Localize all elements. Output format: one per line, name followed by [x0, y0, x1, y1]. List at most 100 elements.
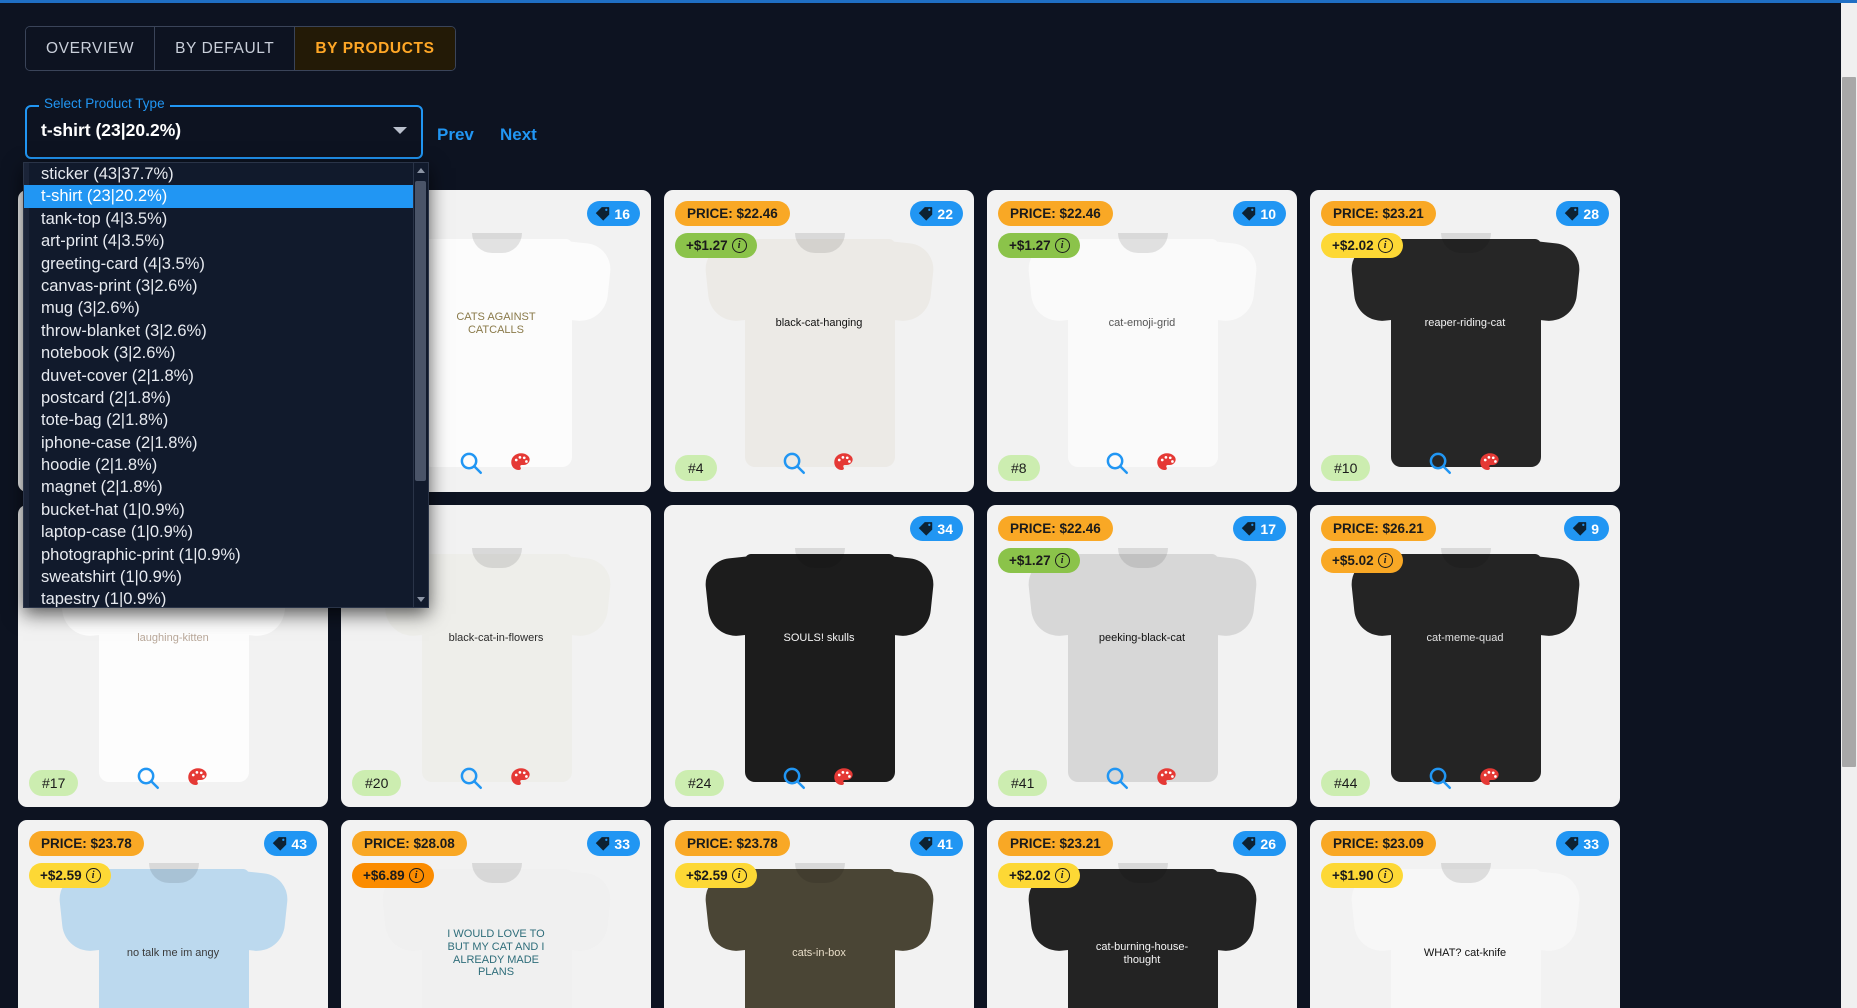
dropdown-option[interactable]: greeting-card (4|3.5%) [39, 253, 413, 275]
palette-icon[interactable] [1154, 765, 1180, 791]
price-tag-icon [1571, 520, 1588, 537]
prev-page-link[interactable]: Prev [437, 125, 474, 145]
dropdown-option[interactable]: sweatshirt (1|0.9%) [39, 566, 413, 588]
palette-icon[interactable] [831, 450, 857, 476]
product-card[interactable]: reaper-riding-cat PRICE: $23.21 +$2.02 i 28 #… [1310, 190, 1620, 492]
dropdown-option[interactable]: magnet (2|1.8%) [39, 476, 413, 498]
product-card[interactable]: SOULS! skulls 34 #24 [664, 505, 974, 807]
dropdown-option[interactable]: tapestry (1|0.9%) [39, 588, 413, 607]
price-tag-icon [1240, 205, 1257, 222]
next-page-link[interactable]: Next [500, 125, 537, 145]
info-icon[interactable]: i [85, 868, 101, 883]
dropdown-option[interactable]: t-shirt (23|20.2%) [24, 185, 413, 208]
product-type-dropdown-list[interactable]: sticker (43|37.7%) t-shirt (23|20.2%) tank… [23, 162, 429, 608]
dropdown-option[interactable]: photographic-print (1|0.9%) [39, 544, 413, 566]
magnifier-icon[interactable] [1427, 450, 1453, 476]
info-icon[interactable]: i [1377, 553, 1393, 568]
palette-icon[interactable] [1154, 450, 1180, 476]
dropdown-option[interactable]: canvas-print (3|2.6%) [39, 275, 413, 297]
magnifier-icon[interactable] [1104, 765, 1130, 791]
dropdown-option[interactable]: tote-bag (2|1.8%) [39, 409, 413, 431]
price-delta-badge[interactable]: +$6.89 i [352, 863, 434, 888]
magnifier-icon[interactable] [458, 765, 484, 791]
price-tag-icon [1240, 835, 1257, 852]
scroll-down-icon[interactable] [413, 592, 428, 607]
product-card[interactable]: peeking-black-cat PRICE: $22.46 +$1.27 i 17 #… [987, 505, 1297, 807]
price-delta-badge[interactable]: +$1.27 i [998, 233, 1080, 258]
dropdown-option[interactable]: art-print (4|3.5%) [39, 230, 413, 252]
tab-overview[interactable]: OVERVIEW [26, 27, 156, 70]
dropdown-scrollbar[interactable] [413, 163, 428, 607]
palette-icon[interactable] [831, 765, 857, 791]
magnifier-icon[interactable] [781, 765, 807, 791]
info-icon[interactable]: i [1377, 238, 1393, 253]
tab-by-products[interactable]: BY PRODUCTS [295, 27, 455, 70]
magnifier-icon[interactable] [135, 765, 161, 791]
price-tag-icon [917, 835, 934, 852]
dropdown-option[interactable]: throw-blanket (3|2.6%) [39, 320, 413, 342]
price-delta-badge[interactable]: +$1.27 i [675, 233, 757, 258]
card-actions [781, 450, 857, 476]
info-icon[interactable]: i [731, 238, 747, 253]
dropdown-option[interactable]: sticker (43|37.7%) [39, 163, 413, 185]
price-delta-value: +$5.02 [1332, 553, 1374, 568]
palette-icon[interactable] [508, 765, 534, 791]
product-card[interactable]: black-cat-hanging PRICE: $22.46 +$1.27 i 22 #… [664, 190, 974, 492]
design-text: I WOULD LOVE TO BUT MY CAT AND I ALREADY… [447, 928, 545, 979]
price-delta-badge[interactable]: +$5.02 i [1321, 548, 1403, 573]
palette-icon[interactable] [185, 765, 211, 791]
price-badge: PRICE: $28.08 [352, 831, 467, 856]
page-scrollbar[interactable] [1841, 3, 1857, 1008]
tab-by-default[interactable]: BY DEFAULT [155, 27, 296, 70]
product-card[interactable]: no talk me im angy PRICE: $23.78 +$2.59 i 43… [18, 820, 328, 1008]
price-badge: PRICE: $23.09 [1321, 831, 1436, 856]
product-type-select-wrap: Select Product Type t-shirt (23|20.2%) [25, 96, 423, 159]
palette-icon[interactable] [1477, 765, 1503, 791]
magnifier-icon[interactable] [1104, 450, 1130, 476]
price-delta-badge[interactable]: +$2.02 i [1321, 233, 1403, 258]
dropdown-option[interactable]: mug (3|2.6%) [39, 297, 413, 319]
palette-icon[interactable] [508, 450, 534, 476]
product-card[interactable]: WHAT? cat-knife PRICE: $23.09 +$1.90 i 33 [1310, 820, 1620, 1008]
tag-count-value: 17 [1260, 520, 1276, 537]
dropdown-option[interactable]: bucket-hat (1|0.9%) [39, 499, 413, 521]
price-delta-badge[interactable]: +$2.59 i [29, 863, 111, 888]
design-text: cats-in-box [792, 947, 846, 960]
info-icon[interactable]: i [1054, 238, 1070, 253]
info-icon[interactable]: i [1054, 868, 1070, 883]
product-card[interactable]: I WOULD LOVE TO BUT MY CAT AND I ALREADY… [341, 820, 651, 1008]
dropdown-scrollbar-thumb[interactable] [415, 181, 426, 481]
magnifier-icon[interactable] [458, 450, 484, 476]
design-text: reaper-riding-cat [1424, 317, 1506, 330]
magnifier-icon[interactable] [1427, 765, 1453, 791]
dropdown-option[interactable]: duvet-cover (2|1.8%) [39, 365, 413, 387]
card-actions [458, 450, 534, 476]
price-delta-badge[interactable]: +$2.59 i [675, 863, 757, 888]
chevron-down-icon[interactable] [393, 127, 407, 134]
price-delta-badge[interactable]: +$2.02 i [998, 863, 1080, 888]
product-card[interactable]: cat-emoji-grid PRICE: $22.46 +$1.27 i 10 #8 [987, 190, 1297, 492]
price-delta-badge[interactable]: +$1.27 i [998, 548, 1080, 573]
palette-icon[interactable] [1477, 450, 1503, 476]
magnifier-icon[interactable] [781, 450, 807, 476]
product-card[interactable]: cats-in-box PRICE: $23.78 +$2.59 i 41 [664, 820, 974, 1008]
info-icon[interactable]: i [1377, 868, 1393, 883]
tag-count-value: 16 [614, 205, 630, 222]
info-icon[interactable]: i [1054, 553, 1070, 568]
dropdown-options: sticker (43|37.7%) t-shirt (23|20.2%) tank… [24, 163, 413, 607]
price-tag-icon [1240, 520, 1257, 537]
dropdown-option[interactable]: notebook (3|2.6%) [39, 342, 413, 364]
product-card[interactable]: cat-burning-house-thought PRICE: $23.21 +$… [987, 820, 1297, 1008]
dropdown-option[interactable]: postcard (2|1.8%) [39, 387, 413, 409]
scroll-up-icon[interactable] [413, 163, 428, 178]
dropdown-option[interactable]: laptop-case (1|0.9%) [39, 521, 413, 543]
product-card[interactable]: cat-meme-quad PRICE: $26.21 +$5.02 i 9 #44 [1310, 505, 1620, 807]
dropdown-option[interactable]: hoodie (2|1.8%) [39, 454, 413, 476]
dropdown-option[interactable]: iphone-case (2|1.8%) [39, 432, 413, 454]
page-scrollbar-thumb[interactable] [1842, 77, 1856, 767]
dropdown-option[interactable]: tank-top (4|3.5%) [39, 208, 413, 230]
info-icon[interactable]: i [731, 868, 747, 883]
price-delta-badge[interactable]: +$1.90i [1321, 863, 1403, 888]
price-delta-value: +$2.59 [40, 868, 82, 883]
info-icon[interactable]: i [408, 868, 424, 883]
